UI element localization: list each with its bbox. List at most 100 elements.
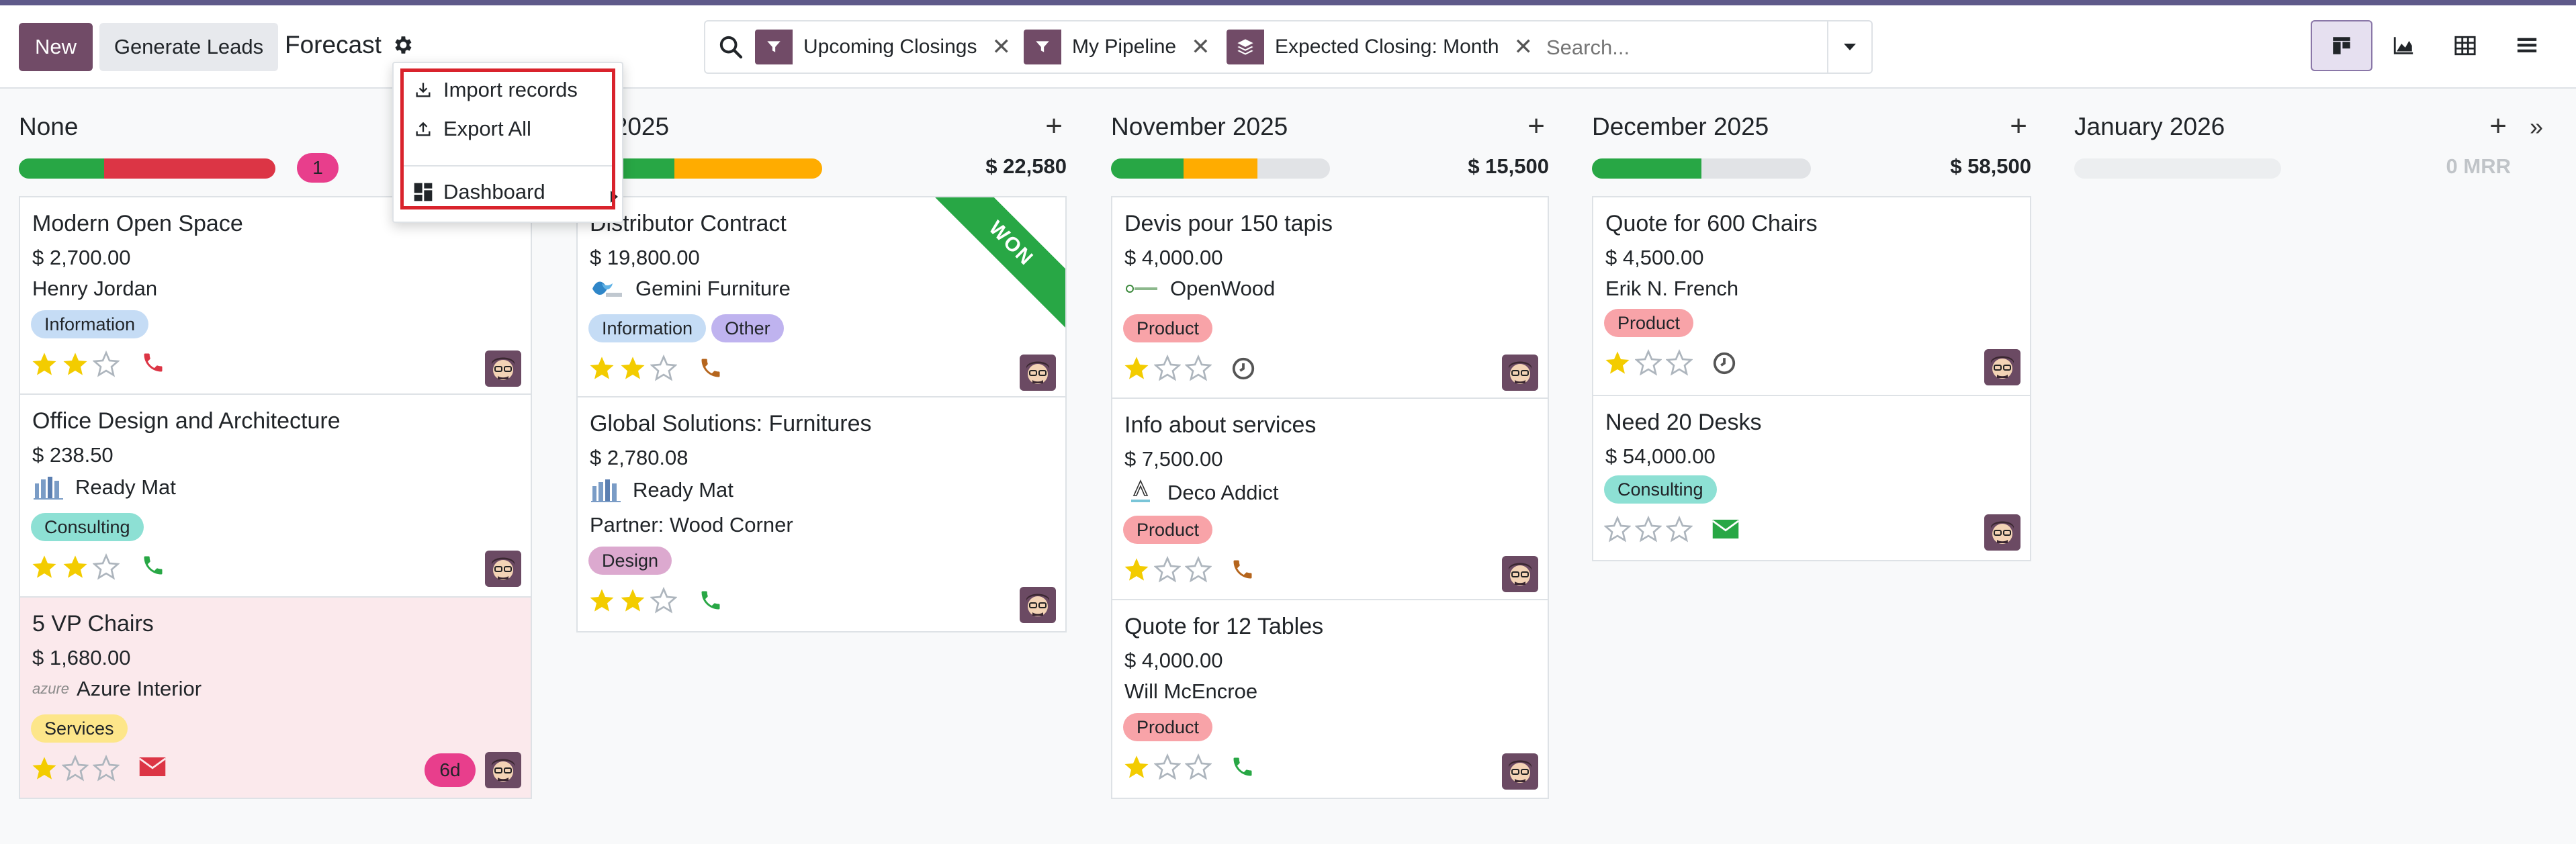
column-progress-bar[interactable] xyxy=(2074,158,2281,179)
star-empty-icon[interactable] xyxy=(93,755,120,782)
progress-segment[interactable] xyxy=(674,158,822,179)
phone-icon[interactable] xyxy=(1231,557,1255,581)
star-empty-icon[interactable] xyxy=(1666,349,1693,376)
star-filled-icon[interactable] xyxy=(31,553,58,580)
envelope-icon[interactable] xyxy=(1712,517,1740,541)
phone-icon[interactable] xyxy=(141,553,165,577)
menu-item-export-all[interactable]: Export All xyxy=(412,117,531,141)
column-progress-bar[interactable] xyxy=(1592,158,1811,179)
kanban-card[interactable]: Need 20 Desks $ 54,000.00 Consulting xyxy=(1592,395,2031,561)
add-card-plus-icon[interactable]: + xyxy=(1527,111,1545,141)
star-empty-icon[interactable] xyxy=(1185,556,1212,583)
star-empty-icon[interactable] xyxy=(93,350,120,377)
progress-segment[interactable] xyxy=(1257,158,1330,179)
star-filled-icon[interactable] xyxy=(1123,753,1150,780)
kanban-card[interactable]: Modern Open Space $ 2,700.00 Henry Jorda… xyxy=(19,196,532,395)
clock-icon[interactable] xyxy=(1712,350,1737,376)
clock-icon[interactable] xyxy=(1231,356,1256,381)
star-filled-icon[interactable] xyxy=(588,587,615,614)
phone-icon[interactable] xyxy=(699,356,723,380)
close-icon[interactable]: ✕ xyxy=(986,34,1016,60)
kanban-view-button[interactable] xyxy=(2311,20,2372,71)
priority-stars[interactable] xyxy=(31,755,120,782)
star-filled-icon[interactable] xyxy=(1604,349,1631,376)
star-filled-icon[interactable] xyxy=(619,355,646,381)
avatar[interactable] xyxy=(1020,355,1056,391)
facet-expected-closing[interactable]: Expected Closing: Month ✕ xyxy=(1227,30,1538,64)
avatar[interactable] xyxy=(1020,587,1056,623)
kanban-card[interactable]: Office Design and Architecture $ 238.50 … xyxy=(19,393,532,598)
new-button[interactable]: New xyxy=(19,23,93,71)
late-activity-badge[interactable]: 6d xyxy=(425,753,476,787)
priority-stars[interactable] xyxy=(1123,355,1212,381)
list-view-button[interactable] xyxy=(2496,20,2558,71)
priority-stars[interactable] xyxy=(588,587,677,614)
menu-item-dashboard[interactable]: Dashboard xyxy=(412,180,545,204)
progress-segment[interactable] xyxy=(104,158,275,179)
priority-stars[interactable] xyxy=(31,350,120,377)
kanban-card[interactable]: Quote for 600 Chairs $ 4,500.00 Erik N. … xyxy=(1592,196,2031,396)
close-icon[interactable]: ✕ xyxy=(1186,34,1216,60)
progress-segment[interactable] xyxy=(2074,158,2281,179)
progress-segment[interactable] xyxy=(1701,158,1811,179)
star-filled-icon[interactable] xyxy=(619,587,646,614)
add-card-plus-icon[interactable]: + xyxy=(2489,111,2507,141)
kanban-card[interactable]: WON Distributor Contract $ 19,800.00 Gem… xyxy=(576,196,1067,397)
scroll-right-icon[interactable]: » xyxy=(2530,113,2543,141)
phone-icon[interactable] xyxy=(141,350,165,375)
progress-segment[interactable] xyxy=(1592,158,1701,179)
search-options-toggle[interactable] xyxy=(1827,21,1871,73)
graph-view-button[interactable] xyxy=(2372,20,2434,71)
progress-segment[interactable] xyxy=(1111,158,1184,179)
star-filled-icon[interactable] xyxy=(31,350,58,377)
phone-icon[interactable] xyxy=(1231,755,1255,779)
phone-icon[interactable] xyxy=(699,588,723,612)
add-card-plus-icon[interactable]: + xyxy=(2010,111,2027,141)
avatar[interactable] xyxy=(1984,514,2020,551)
star-filled-icon[interactable] xyxy=(62,350,89,377)
generate-leads-button[interactable]: Generate Leads xyxy=(99,23,278,71)
priority-stars[interactable] xyxy=(1123,556,1212,583)
menu-item-import-records[interactable]: Import records xyxy=(412,78,578,102)
star-filled-icon[interactable] xyxy=(1123,355,1150,381)
avatar[interactable] xyxy=(485,752,521,788)
priority-stars[interactable] xyxy=(1604,516,1693,543)
avatar[interactable] xyxy=(1502,355,1538,391)
kanban-card[interactable]: Quote for 12 Tables $ 4,000.00 Will McEn… xyxy=(1111,599,1549,799)
gear-icon[interactable] xyxy=(391,34,414,56)
close-icon[interactable]: ✕ xyxy=(1509,34,1539,60)
star-empty-icon[interactable] xyxy=(62,755,89,782)
column-progress-bar[interactable] xyxy=(1111,158,1330,179)
star-empty-icon[interactable] xyxy=(1154,355,1181,381)
kanban-card[interactable]: 5 VP Chairs $ 1,680.00 azure Azure Inter… xyxy=(19,596,532,799)
add-card-plus-icon[interactable]: + xyxy=(1045,111,1063,141)
kanban-card[interactable]: Global Solutions: Furnitures $ 2,780.08 … xyxy=(576,396,1067,632)
star-empty-icon[interactable] xyxy=(93,553,120,580)
priority-stars[interactable] xyxy=(1123,753,1212,780)
avatar[interactable] xyxy=(1502,753,1538,790)
star-empty-icon[interactable] xyxy=(1185,753,1212,780)
star-filled-icon[interactable] xyxy=(31,755,58,782)
star-filled-icon[interactable] xyxy=(588,355,615,381)
star-empty-icon[interactable] xyxy=(650,587,677,614)
avatar[interactable] xyxy=(1502,556,1538,592)
star-filled-icon[interactable] xyxy=(62,553,89,580)
pivot-view-button[interactable] xyxy=(2434,20,2496,71)
star-empty-icon[interactable] xyxy=(1604,516,1631,543)
search-input[interactable] xyxy=(1545,31,1830,64)
star-empty-icon[interactable] xyxy=(1635,516,1662,543)
avatar[interactable] xyxy=(485,551,521,587)
envelope-icon[interactable] xyxy=(138,755,167,779)
star-empty-icon[interactable] xyxy=(650,355,677,381)
star-filled-icon[interactable] xyxy=(1123,556,1150,583)
star-empty-icon[interactable] xyxy=(1635,349,1662,376)
kanban-card[interactable]: Info about services $ 7,500.00 Deco Addi… xyxy=(1111,397,1549,600)
progress-segment[interactable] xyxy=(19,158,104,179)
priority-stars[interactable] xyxy=(31,553,120,580)
priority-stars[interactable] xyxy=(1604,349,1693,376)
avatar[interactable] xyxy=(485,350,521,387)
star-empty-icon[interactable] xyxy=(1666,516,1693,543)
search-icon[interactable] xyxy=(717,34,744,60)
column-progress-bar[interactable] xyxy=(19,158,275,179)
facet-my-pipeline[interactable]: My Pipeline ✕ xyxy=(1024,30,1216,64)
